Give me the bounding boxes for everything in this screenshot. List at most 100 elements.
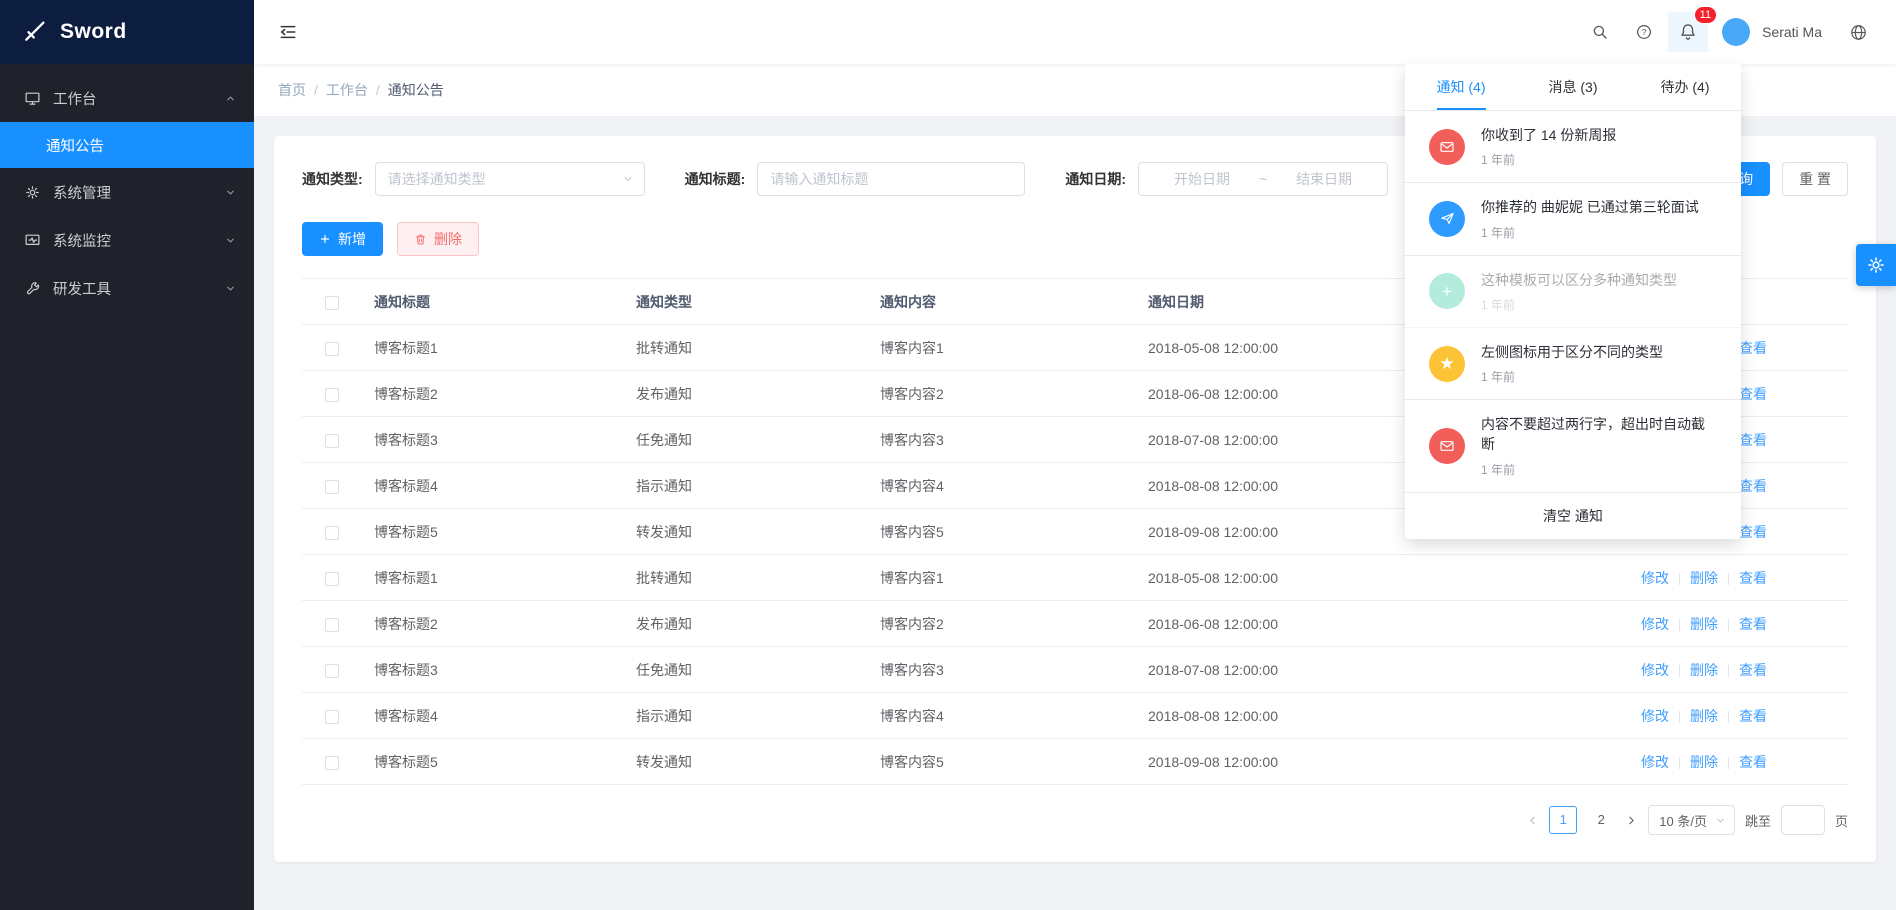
jump-page-input[interactable] — [1781, 805, 1825, 835]
sidebar: Sword 工作台 通知公告 系统管理 — [0, 0, 254, 910]
view-link[interactable]: 查看 — [1739, 662, 1767, 678]
cell-content: 博客内容3 — [868, 647, 1136, 693]
avatar[interactable] — [1722, 18, 1750, 46]
jump-label: 跳至 — [1745, 811, 1771, 830]
select-all-checkbox[interactable] — [325, 296, 339, 310]
filter-date-group: 通知日期: 开始日期 ~ 结束日期 — [1065, 162, 1388, 196]
sidebar-item-label: 系统监控 — [53, 230, 213, 251]
cell-content: 博客内容1 — [868, 325, 1136, 371]
row-checkbox[interactable] — [325, 756, 339, 770]
notice-title-input[interactable] — [757, 162, 1025, 196]
view-link[interactable]: 查看 — [1739, 386, 1767, 402]
notice-type-label: 通知类型: — [302, 169, 363, 189]
edit-link[interactable]: 修改 — [1641, 754, 1669, 770]
search-icon[interactable] — [1580, 12, 1620, 52]
question-circle-icon[interactable]: ? — [1624, 12, 1664, 52]
edit-link[interactable]: 修改 — [1641, 662, 1669, 678]
row-checkbox[interactable] — [325, 572, 339, 586]
paper-plane-icon — [1429, 201, 1465, 237]
view-link[interactable]: 查看 — [1739, 616, 1767, 632]
sidebar-item-system-monitor[interactable]: 系统监控 — [0, 216, 254, 264]
notice-title-label: 通知标题: — [685, 169, 746, 189]
row-checkbox[interactable] — [325, 388, 339, 402]
sidebar-item-workbench[interactable]: 工作台 — [0, 74, 254, 122]
star-icon: ★ — [1429, 346, 1465, 382]
delete-link[interactable]: 删除 — [1690, 754, 1718, 770]
next-page-button[interactable] — [1625, 814, 1638, 827]
tab-notifications[interactable]: 通知 (4) — [1405, 64, 1517, 110]
clear-notifications-button[interactable]: 清空 通知 — [1405, 493, 1741, 539]
globe-icon[interactable] — [1838, 12, 1878, 52]
tab-messages[interactable]: 消息 (3) — [1517, 64, 1629, 110]
row-checkbox[interactable] — [325, 526, 339, 540]
mail-icon — [1429, 129, 1465, 165]
view-link[interactable]: 查看 — [1739, 708, 1767, 724]
notification-bell-button[interactable]: 11 — [1668, 12, 1708, 52]
divider — [1679, 619, 1680, 631]
notification-item[interactable]: 内容不要超过两行字，超出时自动截断 1 年前 — [1405, 400, 1741, 493]
cell-type: 批转通知 — [624, 325, 868, 371]
divider — [1679, 665, 1680, 677]
delete-link[interactable]: 删除 — [1690, 708, 1718, 724]
cell-content: 博客内容2 — [868, 371, 1136, 417]
bell-icon — [1678, 22, 1698, 42]
delete-link[interactable]: 删除 — [1690, 662, 1718, 678]
menu-fold-icon[interactable] — [278, 22, 298, 42]
row-checkbox[interactable] — [325, 342, 339, 356]
cell-content: 博客内容5 — [868, 509, 1136, 555]
svg-text:?: ? — [1642, 28, 1647, 37]
notification-item[interactable]: 你收到了 14 份新周报 1 年前 — [1405, 111, 1741, 183]
notice-type-select[interactable]: 请选择通知类型 — [375, 162, 645, 196]
page-number-1[interactable]: 1 — [1549, 806, 1577, 834]
view-link[interactable]: 查看 — [1739, 478, 1767, 494]
breadcrumb-separator: / — [314, 82, 318, 98]
view-link[interactable]: 查看 — [1739, 340, 1767, 356]
wrench-icon — [24, 280, 41, 297]
page-number-2[interactable]: 2 — [1587, 806, 1615, 834]
view-link[interactable]: 查看 — [1739, 570, 1767, 586]
notification-item-read[interactable]: + 这种模板可以区分多种通知类型 1 年前 — [1405, 256, 1741, 328]
breadcrumb-item-workbench[interactable]: 工作台 — [326, 80, 368, 100]
row-checkbox[interactable] — [325, 618, 339, 632]
start-date-placeholder: 开始日期 — [1149, 169, 1255, 189]
range-separator: ~ — [1255, 171, 1271, 187]
row-checkbox[interactable] — [325, 664, 339, 678]
row-checkbox[interactable] — [325, 710, 339, 724]
notification-title: 你收到了 14 份新周报 — [1481, 125, 1616, 145]
settings-fab-button[interactable] — [1856, 244, 1896, 286]
sidebar-item-label: 通知公告 — [46, 135, 104, 156]
notification-item[interactable]: ★ 左侧图标用于区分不同的类型 1 年前 — [1405, 328, 1741, 400]
sidebar-item-dev-tools[interactable]: 研发工具 — [0, 264, 254, 312]
cell-title: 博客标题1 — [362, 325, 624, 371]
notice-date-range[interactable]: 开始日期 ~ 结束日期 — [1138, 162, 1388, 196]
delete-link[interactable]: 删除 — [1690, 570, 1718, 586]
row-checkbox[interactable] — [325, 480, 339, 494]
edit-link[interactable]: 修改 — [1641, 708, 1669, 724]
notification-item[interactable]: 你推荐的 曲妮妮 已通过第三轮面试 1 年前 — [1405, 183, 1741, 255]
notification-title: 内容不要超过两行字，超出时自动截断 — [1481, 414, 1717, 455]
desktop-icon — [24, 90, 41, 107]
edit-link[interactable]: 修改 — [1641, 570, 1669, 586]
reset-button[interactable]: 重 置 — [1782, 162, 1848, 196]
logo[interactable]: Sword — [0, 0, 254, 64]
delete-button[interactable]: 删除 — [397, 222, 479, 256]
page-size-select[interactable]: 10 条/页 — [1648, 805, 1735, 835]
breadcrumb-item-home[interactable]: 首页 — [278, 80, 306, 100]
delete-link[interactable]: 删除 — [1690, 616, 1718, 632]
tab-todos[interactable]: 待办 (4) — [1629, 64, 1741, 110]
sidebar-item-system-management[interactable]: 系统管理 — [0, 168, 254, 216]
prev-page-button[interactable] — [1526, 814, 1539, 827]
view-link[interactable]: 查看 — [1739, 524, 1767, 540]
row-checkbox[interactable] — [325, 434, 339, 448]
username[interactable]: Serati Ma — [1762, 24, 1822, 40]
cell-content: 博客内容4 — [868, 463, 1136, 509]
view-link[interactable]: 查看 — [1739, 754, 1767, 770]
view-link[interactable]: 查看 — [1739, 432, 1767, 448]
sidebar-item-notice[interactable]: 通知公告 — [0, 122, 254, 168]
table-row: 博客标题4 指示通知 博客内容4 2018-08-08 12:00:00 修改删… — [302, 693, 1848, 739]
sidebar-item-label: 工作台 — [53, 88, 213, 109]
cell-date: 2018-09-08 12:00:00 — [1136, 739, 1560, 785]
add-button[interactable]: 新增 — [302, 222, 383, 256]
filter-type-group: 通知类型: 请选择通知类型 — [302, 162, 645, 196]
edit-link[interactable]: 修改 — [1641, 616, 1669, 632]
